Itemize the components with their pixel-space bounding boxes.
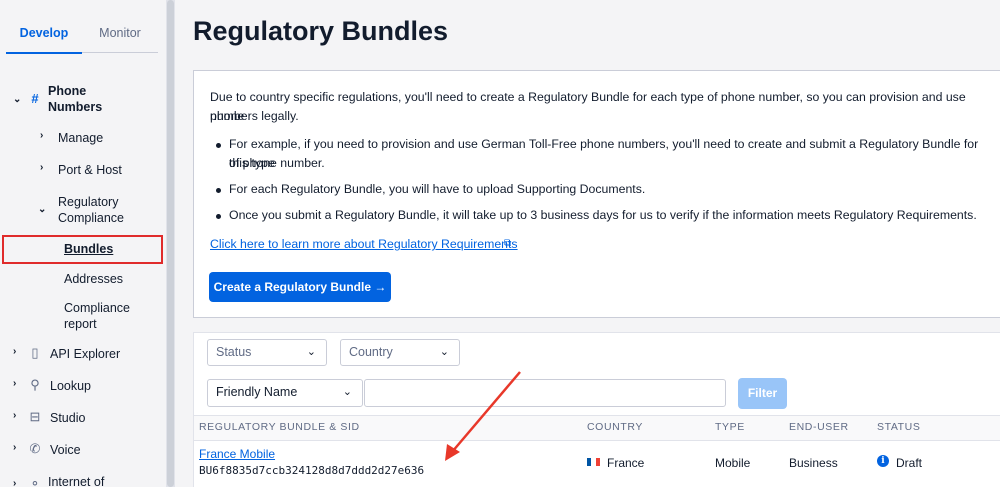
chevron-down-icon[interactable]: ⌄ <box>13 94 21 105</box>
phone-icon: ✆ <box>29 441 41 456</box>
row-country: France <box>607 456 645 470</box>
chevron-down-icon[interactable]: ⌄ <box>38 204 46 215</box>
row-status: Draft <box>896 456 923 470</box>
chevron-down-icon: ⌄ <box>342 386 352 398</box>
row-end-user: Business <box>789 456 838 470</box>
field-select-value: Friendly Name <box>216 385 298 399</box>
external-link-icon: ⧉ <box>504 238 512 249</box>
country-select-value: Country <box>349 345 393 359</box>
bundle-name-link[interactable]: France Mobile <box>199 447 275 461</box>
status-select-value: Status <box>216 345 252 359</box>
chevron-down-icon: ⌄ <box>306 346 316 358</box>
sidebar-item-compliance-report[interactable]: Compliance report <box>64 300 130 332</box>
intro-text-line1: Due to country specific regulations, you… <box>210 90 966 123</box>
page-title: Regulatory Bundles <box>193 16 449 46</box>
regulatory-label-line2: Compliance <box>58 211 125 225</box>
sidebar-item-manage[interactable]: Manage <box>58 130 103 146</box>
filter-value-input[interactable] <box>364 379 726 407</box>
status-select[interactable]: Status ⌄ <box>207 339 327 366</box>
chevron-right-icon[interactable]: › <box>13 478 16 487</box>
chevron-right-icon[interactable]: › <box>13 346 16 357</box>
chevron-right-icon[interactable]: › <box>13 442 16 453</box>
chevron-down-icon: ⌄ <box>439 346 449 358</box>
search-icon: ⚲ <box>30 377 40 392</box>
sidebar-scrollbar[interactable] <box>166 0 175 487</box>
chevron-right-icon[interactable]: › <box>13 378 16 389</box>
sidebar-item-studio[interactable]: Studio <box>50 410 85 426</box>
sidebar-item-internet-of-things[interactable]: Internet of <box>48 474 104 487</box>
header-bundle-sid: REGULATORY BUNDLE & SID <box>199 421 360 433</box>
sidebar-item-voice[interactable]: Voice <box>50 442 81 458</box>
france-flag-icon <box>587 458 600 466</box>
header-end-user: END-USER <box>789 421 849 433</box>
studio-icon: ⊟ <box>29 409 41 424</box>
sidebar-item-addresses[interactable]: Addresses <box>64 271 123 287</box>
create-bundle-button[interactable]: Create a Regulatory Bundle → <box>209 272 391 302</box>
tab-develop[interactable]: Develop <box>6 26 82 54</box>
header-type: TYPE <box>715 421 745 433</box>
hash-icon: # <box>31 91 39 106</box>
sidebar-item-bundles[interactable]: Bundles <box>64 242 113 256</box>
sidebar-item-phone-numbers[interactable]: Phone Numbers <box>48 83 102 115</box>
bullet1-line2: of phone number. <box>229 156 325 170</box>
bullet-dot <box>216 188 221 193</box>
header-status: STATUS <box>877 421 921 433</box>
bullet-dot <box>216 143 221 148</box>
chevron-right-icon[interactable]: › <box>40 130 43 141</box>
field-select[interactable]: Friendly Name ⌄ <box>207 379 363 407</box>
sidebar-item-lookup[interactable]: Lookup <box>50 378 91 394</box>
info-icon: i <box>877 455 889 467</box>
sidebar-item-regulatory-compliance[interactable]: Regulatory Compliance <box>58 194 124 226</box>
bullet-dot <box>216 214 221 219</box>
country-select[interactable]: Country ⌄ <box>340 339 460 366</box>
sidebar-item-port-host[interactable]: Port & Host <box>58 162 122 178</box>
intro-text-line2: numbers legally. <box>210 109 299 123</box>
row-type: Mobile <box>715 456 751 470</box>
iot-icon: ⚬ <box>29 476 41 487</box>
map-icon: ▯ <box>31 345 39 360</box>
bullet1-line1: For example, if you need to provision an… <box>229 137 979 170</box>
scrollbar-thumb[interactable] <box>167 0 174 487</box>
bullet3-text: Once you submit a Regulatory Bundle, it … <box>229 208 977 222</box>
compliance-report-line2: report <box>64 317 97 331</box>
regulatory-label-line1: Regulatory <box>58 195 119 209</box>
learn-more-link[interactable]: Click here to learn more about Regulator… <box>210 237 518 251</box>
compliance-report-line1: Compliance <box>64 301 131 315</box>
chevron-right-icon[interactable]: › <box>13 410 16 421</box>
tab-monitor[interactable]: Monitor <box>82 26 158 40</box>
phone-numbers-label-line1: Phone <box>48 84 87 98</box>
chevron-right-icon[interactable]: › <box>40 162 43 173</box>
phone-numbers-label-line2: Numbers <box>48 100 103 114</box>
filter-button[interactable]: Filter <box>738 378 787 409</box>
sidebar-item-api-explorer[interactable]: API Explorer <box>50 346 120 362</box>
bullet2-text: For each Regulatory Bundle, you will hav… <box>229 182 646 196</box>
sidebar-tabs: Develop Monitor <box>6 18 158 54</box>
header-country: COUNTRY <box>587 421 643 433</box>
bundle-sid: BU6f8835d7ccb324128d8d7ddd2d27e636 <box>199 464 425 477</box>
